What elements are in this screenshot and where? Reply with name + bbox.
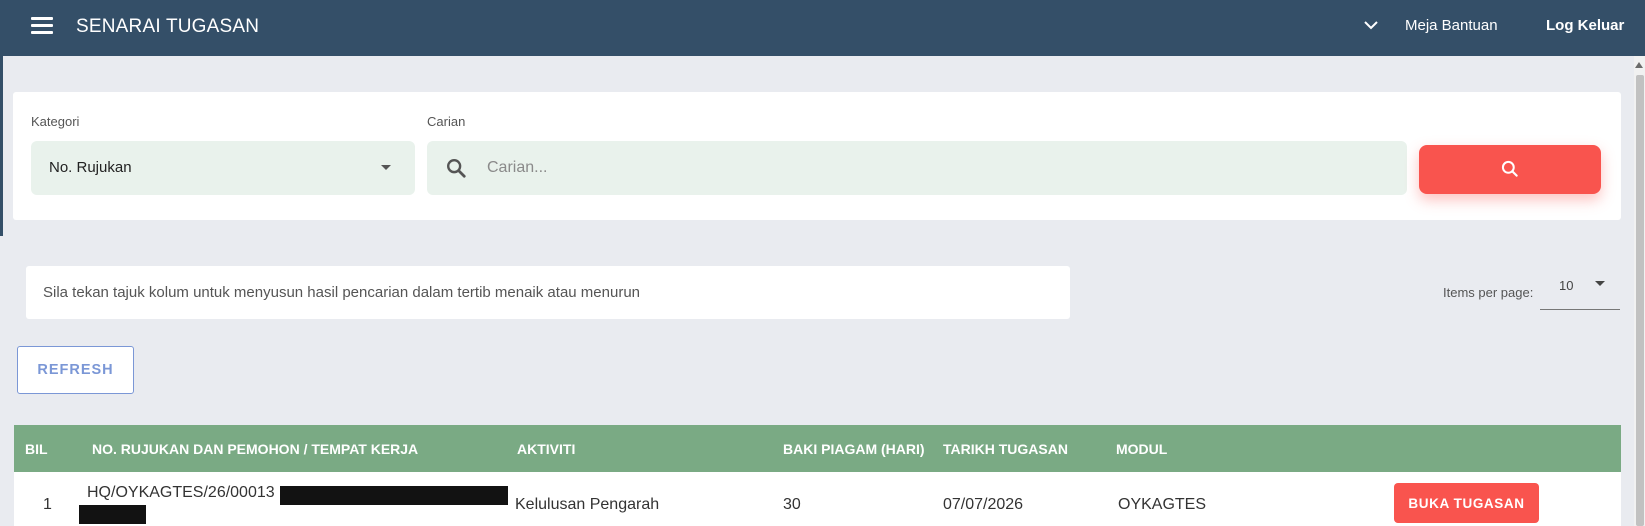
search-button[interactable] — [1419, 145, 1601, 194]
category-select-value: No. Rujukan — [49, 159, 132, 176]
row-task-date: 07/07/2026 — [943, 496, 1024, 513]
top-bar: SENARAI TUGASAN Meja Bantuan Log Keluar — [0, 0, 1645, 56]
scrollbar-thumb[interactable] — [1636, 75, 1644, 526]
category-label: Kategori — [31, 114, 80, 129]
table-header: BIL NO. RUJUKAN DAN PEMOHON / TEMPAT KER… — [14, 425, 1621, 472]
row-reference: HQ/OYKAGTES/26/00013 — [87, 484, 275, 501]
left-edge-strip — [0, 56, 3, 236]
redacted-applicant-name-continued — [79, 505, 146, 524]
column-header-bil[interactable]: BIL — [25, 441, 48, 457]
table-row: 1 HQ/OYKAGTES/26/00013 Kelulusan Pengara… — [14, 472, 1621, 526]
logout-link[interactable]: Log Keluar — [1546, 17, 1624, 34]
items-per-page-value: 10 — [1559, 278, 1574, 293]
items-per-page-label: Items per page: — [1443, 285, 1534, 300]
search-icon — [1501, 160, 1518, 177]
open-task-button[interactable]: BUKA TUGASAN — [1394, 483, 1539, 523]
redacted-applicant-name — [280, 486, 508, 505]
dropdown-arrow-icon — [1595, 281, 1605, 286]
dropdown-arrow-icon — [381, 165, 391, 170]
search-label: Carian — [427, 114, 466, 129]
column-header-charter-balance[interactable]: BAKI PIAGAM (HARI) — [783, 441, 925, 457]
row-bil: 1 — [43, 496, 52, 513]
refresh-button[interactable]: REFRESH — [17, 346, 134, 394]
items-per-page-select[interactable]: 10 — [1540, 270, 1620, 310]
page-title: SENARAI TUGASAN — [76, 16, 260, 37]
search-field — [427, 141, 1407, 195]
help-desk-link[interactable]: Meja Bantuan — [1405, 17, 1498, 34]
column-header-activity[interactable]: AKTIVITI — [517, 441, 575, 457]
row-module: OYKAGTES — [1118, 496, 1207, 513]
search-icon — [447, 159, 466, 178]
column-header-reference[interactable]: NO. RUJUKAN DAN PEMOHON / TEMPAT KERJA — [92, 441, 418, 457]
chevron-down-icon[interactable] — [1361, 15, 1381, 35]
row-activity: Kelulusan Pengarah — [515, 496, 660, 513]
category-select[interactable]: No. Rujukan — [31, 141, 415, 195]
column-header-module[interactable]: MODUL — [1116, 441, 1167, 457]
sort-hint-text: Sila tekan tajuk kolum untuk menyusun ha… — [43, 284, 640, 301]
search-input[interactable] — [487, 141, 1387, 195]
scroll-up-arrow-icon[interactable] — [1635, 62, 1643, 68]
column-header-task-date[interactable]: TARIKH TUGASAN — [943, 441, 1068, 457]
hamburger-menu-icon[interactable] — [31, 17, 53, 37]
sort-hint-box: Sila tekan tajuk kolum untuk menyusun ha… — [26, 266, 1070, 319]
row-charter-balance: 30 — [783, 496, 801, 513]
